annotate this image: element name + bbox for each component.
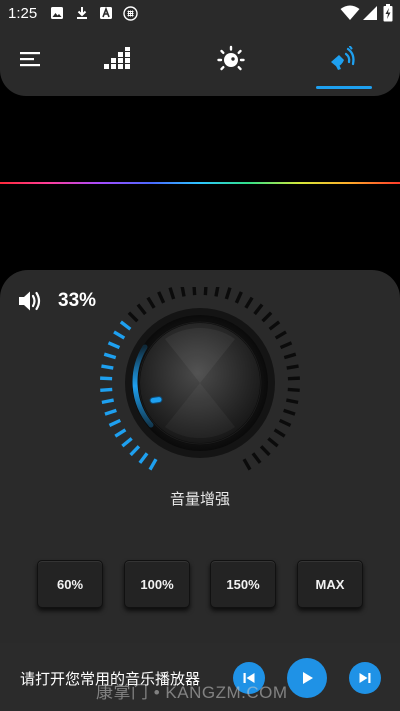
text-a-icon [100,6,112,19]
knob-indicator [149,396,163,404]
knob-tick [244,296,254,309]
knob-tick-active [107,341,121,350]
knob-tick [283,408,296,416]
knob-tick-active [104,408,117,416]
play-icon [303,672,313,684]
knob-tick [224,287,232,300]
knob-tick-active [148,458,158,471]
audio-visualizer-line [0,182,400,184]
knob-tick [203,283,208,296]
active-tab-indicator [316,86,372,89]
knob-tick [234,291,243,304]
tab-brightness[interactable] [186,28,276,90]
knob-tick-active [100,387,113,392]
grid-circle-icon [123,6,138,21]
knob-tick [279,341,293,350]
battery-charging-icon [383,4,393,22]
preset-60-button[interactable]: 60% [37,560,103,608]
knob-tick-active [100,376,113,381]
knob-label: 音量增强 [169,490,230,508]
knob-tick [253,303,264,316]
knob-tick-active [138,452,149,464]
knob-tick [192,283,197,296]
knob-tick [157,291,166,304]
knob-tick-active [119,320,132,331]
top-nav-bar [0,28,400,96]
knob-tick-active [101,364,114,370]
knob-tick [274,330,287,340]
knob-tick [287,376,300,381]
knob-tick-active [113,330,126,340]
image-icon [51,7,63,19]
knob-tick-active [108,418,122,427]
tab-volume-boost[interactable] [299,28,389,90]
knob-tick [168,287,176,300]
next-icon [359,673,371,683]
knob-tick [180,284,186,297]
knob-tick [283,352,297,360]
menu-icon [20,52,40,67]
knob-tick [259,445,271,457]
knob-tick [242,458,252,471]
brightness-icon [217,45,245,71]
knob-tick [286,398,299,405]
preset-100-button[interactable]: 100% [124,560,190,608]
knob-tick-active [103,352,117,360]
preset-max-button[interactable]: MAX [297,560,363,608]
knob-tick [287,387,300,392]
status-time: 1:25 [8,5,38,22]
next-button[interactable] [349,662,381,694]
wifi-icon [340,5,360,20]
knob-tick-active [114,428,127,438]
knob-tick-active [121,437,133,448]
knob-tick [268,320,281,331]
tab-menu[interactable] [0,28,76,90]
knob-tick [214,284,220,297]
knob-tick [286,364,299,370]
tab-equalizer[interactable] [73,28,163,90]
knob-tick [136,303,147,316]
knob-tick [278,418,292,427]
knob-tick-active [101,398,114,405]
volume-icon [19,291,41,311]
knob-tick [273,428,286,438]
equalizer-icon [104,47,130,69]
signal-icon [363,6,377,20]
volume-knob-container [95,283,305,479]
knob-tick [127,311,139,323]
watermark: 康掌门 • KANGZM.COM [96,683,288,702]
volume-knob[interactable] [95,283,305,479]
knob-tick [251,452,262,464]
knob-tick [261,311,273,323]
speaker-boost-icon [331,46,355,70]
download-icon [77,7,87,19]
knob-tick [267,437,279,448]
preset-150-button[interactable]: 150% [210,560,276,608]
knob-tick [146,296,156,309]
play-button[interactable] [287,658,327,698]
volume-percent: 33% [58,290,97,311]
knob-tick-active [129,445,141,457]
status-bar: 1:25 [0,0,400,28]
